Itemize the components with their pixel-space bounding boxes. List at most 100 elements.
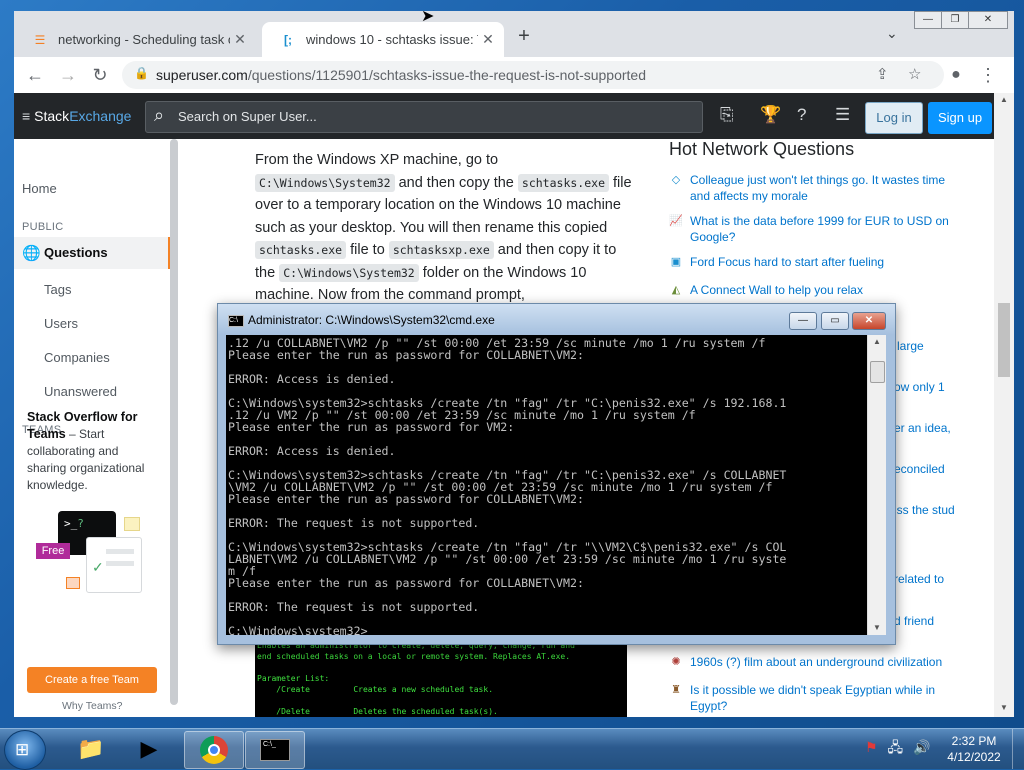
clock[interactable]: 2:32 PM 4/12/2022 bbox=[944, 733, 1004, 765]
tab-title: windows 10 - schtasks issue: The bbox=[306, 32, 478, 47]
search-input[interactable]: ⌕ Search on Super User... bbox=[145, 101, 703, 133]
cmd-close-button[interactable]: ✕ bbox=[852, 312, 886, 330]
action-center-icon[interactable]: ⚑ bbox=[865, 739, 878, 755]
teams-promo: Stack Overflow for Teams – Start collabo… bbox=[27, 410, 145, 492]
nav-home[interactable]: Home bbox=[22, 181, 57, 196]
login-button[interactable]: Log in bbox=[865, 102, 923, 134]
console-output[interactable]: .12 /u COLLABNET\VM2 /p "" /st 00:00 /et… bbox=[226, 335, 867, 635]
close-window-button[interactable]: ✕ bbox=[968, 11, 1008, 29]
forward-icon[interactable]: → bbox=[56, 63, 80, 87]
clock-date: 4/12/2022 bbox=[947, 750, 1001, 764]
sidebar-scrollbar[interactable] bbox=[170, 139, 178, 705]
hnq-item-partial[interactable]: related to bbox=[894, 571, 954, 587]
console-text: .12 /u COLLABNET\VM2 /p "" /st 00:00 /et… bbox=[228, 336, 787, 635]
new-tab-icon[interactable]: + bbox=[514, 25, 534, 48]
scroll-down-icon[interactable]: ▼ bbox=[873, 623, 881, 632]
restore-button[interactable]: ❐ bbox=[941, 11, 969, 29]
trophy-icon[interactable]: 🏆 bbox=[760, 105, 781, 125]
start-button[interactable]: ⊞ bbox=[4, 730, 46, 770]
windows-logo-icon: ⊞ bbox=[15, 740, 30, 759]
free-badge: Free bbox=[36, 543, 70, 559]
page-scroll-thumb[interactable] bbox=[998, 303, 1010, 377]
lock-icon: 🔒 bbox=[134, 66, 149, 80]
cmd-scrollbar[interactable]: ▲ ▼ bbox=[867, 335, 886, 635]
tab-strip: ☰ networking - Scheduling task on ✕ [; w… bbox=[14, 11, 1014, 57]
bookmark-star-icon[interactable]: ☆ bbox=[908, 65, 921, 83]
stackexchange-logo[interactable]: ≡ StackExchange bbox=[22, 108, 131, 124]
system-tray: ⚑ 🖧 🔊 bbox=[865, 737, 930, 761]
nav-companies[interactable]: Companies bbox=[44, 350, 110, 365]
chevron-down-icon[interactable]: ⌄ bbox=[886, 25, 898, 42]
cmd-maximize-button[interactable]: ▭ bbox=[821, 312, 849, 330]
search-icon: ⌕ bbox=[154, 105, 165, 125]
cmd-window: C:\ Administrator: C:\Windows\System32\c… bbox=[217, 303, 896, 645]
help-icon[interactable]: ? bbox=[797, 105, 806, 125]
help-line: end scheduled tasks on a local or remote… bbox=[257, 652, 571, 661]
superuser-icon: [; bbox=[284, 32, 292, 47]
close-tab-icon[interactable]: ✕ bbox=[478, 31, 498, 48]
clock-time: 2:32 PM bbox=[951, 734, 997, 748]
scroll-down-icon[interactable]: ▼ bbox=[1000, 703, 1008, 712]
scroll-up-icon[interactable]: ▲ bbox=[1000, 95, 1008, 104]
nav-public-heading: PUBLIC bbox=[22, 221, 64, 233]
tab-schtasks[interactable]: [; windows 10 - schtasks issue: The ✕ bbox=[262, 22, 504, 57]
address-bar[interactable]: 🔒 superuser.com/questions/1125901/schtas… bbox=[122, 61, 944, 89]
help-line: /Create Creates a new scheduled task. bbox=[257, 685, 494, 694]
hnq-item-partial[interactable]: iss the stud bbox=[894, 502, 964, 518]
explorer-taskbar-icon[interactable]: 📁 bbox=[62, 731, 120, 767]
cmd-taskbar-icon[interactable]: C:\_ bbox=[245, 731, 305, 769]
hnq-item-partial[interactable]: econciled bbox=[894, 461, 954, 477]
cmd-title-text: Administrator: C:\Windows\System32\cmd.e… bbox=[248, 313, 495, 327]
scroll-up-icon[interactable]: ▲ bbox=[873, 337, 881, 346]
hnq-item-partial[interactable]: er an idea, bbox=[894, 420, 954, 436]
answer-body: From the Windows XP machine, go to C:\Wi… bbox=[255, 152, 632, 303]
history-site-icon: ♜ bbox=[671, 684, 681, 696]
url-text[interactable]: superuser.com/questions/1125901/schtasks… bbox=[156, 67, 646, 83]
nav-tags[interactable]: Tags bbox=[44, 282, 71, 297]
stackoverflow-icon: ☰ bbox=[34, 32, 46, 47]
reload-icon[interactable]: ↻ bbox=[88, 63, 112, 87]
help-line: /Delete Deletes the scheduled task(s). bbox=[257, 707, 498, 716]
film-site-icon: ✺ bbox=[671, 656, 681, 668]
volume-icon[interactable]: 🔊 bbox=[913, 739, 930, 755]
cmd-minimize-button[interactable]: — bbox=[789, 312, 817, 330]
globe-icon: 🌐 bbox=[22, 245, 41, 262]
hnq-item-partial[interactable]: d friend bbox=[894, 613, 954, 629]
back-icon[interactable]: ← bbox=[23, 63, 47, 87]
cmd-scroll-thumb[interactable] bbox=[870, 361, 885, 383]
teams-illustration: >_? Free ✓ bbox=[32, 511, 144, 601]
profile-icon[interactable]: ● bbox=[944, 63, 968, 87]
taskbar: ⊞ 📁 ▶ C:\_ ⚑ 🖧 🔊 2:32 PM 4/12/2022 bbox=[0, 728, 1024, 770]
nav-users[interactable]: Users bbox=[44, 316, 78, 331]
nav-questions[interactable]: 🌐 Questions bbox=[14, 237, 171, 269]
create-team-button[interactable]: Create a free Team bbox=[27, 667, 157, 693]
menu-icon: ≡ bbox=[22, 108, 31, 124]
network-icon[interactable]: 🖧 bbox=[887, 739, 903, 755]
puzzle-site-icon: ◭ bbox=[671, 284, 681, 296]
signup-button[interactable]: Sign up bbox=[928, 102, 992, 134]
page-scrollbar[interactable]: ▲ ▼ bbox=[994, 93, 1014, 717]
close-tab-icon[interactable]: ✕ bbox=[230, 31, 250, 48]
nav-unanswered[interactable]: Unanswered bbox=[44, 384, 117, 399]
hnq-item-partial[interactable]: ow only 1 bbox=[894, 379, 954, 395]
minimize-button[interactable]: — bbox=[914, 11, 942, 29]
menu-dots-icon[interactable]: ⋮ bbox=[976, 63, 1000, 87]
help-line: Parameter List: bbox=[257, 674, 330, 683]
show-desktop-button[interactable] bbox=[1012, 729, 1024, 769]
share-icon[interactable]: ⇪ bbox=[876, 65, 889, 83]
diamond-icon: ◇ bbox=[671, 174, 681, 186]
stackexchange-topbar: ≡ StackExchange ⌕ Search on Super User...… bbox=[14, 93, 994, 139]
cmd-icon: C:\ bbox=[228, 315, 244, 327]
car-site-icon: ▣ bbox=[670, 256, 682, 268]
site-switcher-icon[interactable]: ☰ bbox=[835, 105, 850, 125]
why-teams-link[interactable]: Why Teams? bbox=[62, 700, 123, 712]
chrome-taskbar-icon[interactable] bbox=[184, 731, 244, 769]
tab-networking[interactable]: ☰ networking - Scheduling task on ✕ bbox=[14, 22, 260, 57]
inbox-icon[interactable]: ⎘ bbox=[720, 105, 734, 125]
chart-site-icon: 📈 bbox=[669, 215, 683, 227]
media-player-taskbar-icon[interactable]: ▶ bbox=[120, 731, 178, 767]
cmd-titlebar[interactable]: C:\ Administrator: C:\Windows\System32\c… bbox=[218, 304, 895, 334]
hnq-item-partial[interactable]: large bbox=[897, 338, 957, 354]
hot-network-questions-title: Hot Network Questions bbox=[669, 139, 855, 159]
mouse-cursor-icon: ➤ bbox=[421, 8, 435, 25]
